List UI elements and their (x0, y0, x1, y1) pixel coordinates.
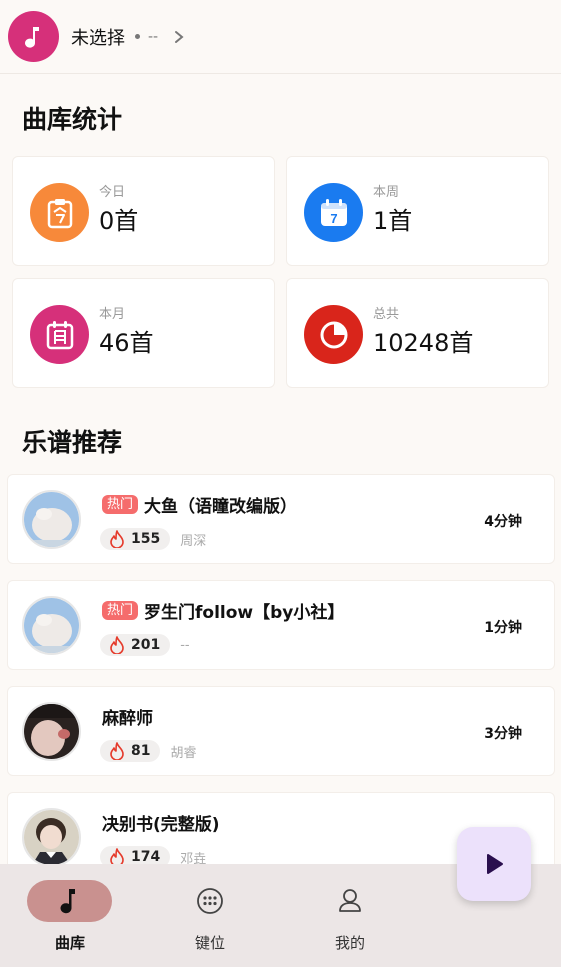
today-icon (30, 183, 89, 242)
top-bar[interactable]: 未选择 -- (0, 0, 561, 74)
nav-item-library[interactable]: 曲库 (0, 864, 140, 967)
nav-item-profile[interactable]: 我的 (280, 864, 420, 967)
chevron-right-icon[interactable] (174, 30, 184, 44)
pie-chart-icon (304, 305, 363, 364)
song-cover-image (22, 702, 81, 761)
profile-icon (335, 886, 365, 916)
month-calendar-icon (30, 305, 89, 364)
stat-label: 本周 (373, 185, 400, 200)
svg-text:7: 7 (330, 211, 337, 226)
stat-card-total[interactable]: 总共 10248首 (286, 278, 549, 388)
keypad-icon (195, 886, 225, 916)
song-title: 决别书(完整版) (102, 815, 220, 835)
song-cover-image (22, 808, 81, 867)
recommend-section-title: 乐谱推荐 (22, 428, 123, 457)
nav-item-keys[interactable]: 键位 (140, 864, 280, 967)
song-duration: 1分钟 (484, 620, 522, 636)
song-artist: 周深 (180, 533, 207, 549)
stat-value: 46首 (99, 329, 154, 357)
play-count: 155 (100, 528, 171, 550)
stat-label: 本月 (99, 307, 126, 322)
song-title: 大鱼（语瞳改编版） (144, 497, 298, 517)
play-count-value: 174 (131, 849, 161, 865)
play-count-value: 201 (131, 637, 161, 653)
hot-badge: 热门 (102, 495, 139, 514)
play-count-value: 155 (131, 531, 161, 547)
stat-card-month[interactable]: 本月 46首 (12, 278, 275, 388)
nav-label: 我的 (334, 934, 365, 952)
music-note-icon[interactable] (8, 11, 59, 62)
song-title: 麻醉师 (102, 709, 153, 729)
stat-value: 0首 (99, 207, 139, 235)
nav-active-indicator (27, 880, 112, 922)
song-artist: -- (180, 637, 190, 653)
week-calendar-icon: 7 (304, 183, 363, 242)
song-artist: 胡睿 (170, 745, 197, 761)
song-card[interactable]: 麻醉师 81 胡睿 3分钟 (7, 686, 555, 776)
song-duration: 3分钟 (484, 726, 522, 742)
flame-icon (110, 636, 124, 654)
stats-section-title: 曲库统计 (22, 105, 123, 134)
nav-label: 曲库 (54, 934, 85, 952)
nav-label: 键位 (194, 934, 225, 952)
play-count: 201 (100, 634, 171, 656)
play-count-value: 81 (131, 743, 151, 759)
song-card[interactable]: 热门 大鱼（语瞳改编版） 155 周深 4分钟 (7, 474, 555, 564)
play-icon (487, 854, 503, 874)
flame-icon (110, 742, 124, 760)
stat-label: 总共 (373, 307, 400, 322)
music-note-icon (60, 889, 75, 914)
stat-card-today[interactable]: 今日 0首 (12, 156, 275, 266)
current-song-title: 未选择 (71, 27, 125, 49)
flame-icon (110, 530, 124, 548)
song-duration: 4分钟 (484, 514, 522, 530)
stat-value: 10248首 (373, 329, 474, 357)
song-title: 罗生门follow【by小社】 (144, 603, 345, 623)
stat-value: 1首 (373, 207, 413, 235)
song-cover-image (22, 596, 81, 655)
separator-dot (135, 34, 140, 39)
stat-label: 今日 (99, 185, 126, 200)
play-count: 81 (100, 740, 161, 762)
play-button[interactable] (457, 827, 531, 901)
song-card[interactable]: 热门 罗生门follow【by小社】 201 -- 1分钟 (7, 580, 555, 670)
stat-card-week[interactable]: 7 本周 1首 (286, 156, 549, 266)
hot-badge: 热门 (102, 601, 139, 620)
song-cover-image (22, 490, 81, 549)
current-song-artist: -- (148, 28, 159, 45)
